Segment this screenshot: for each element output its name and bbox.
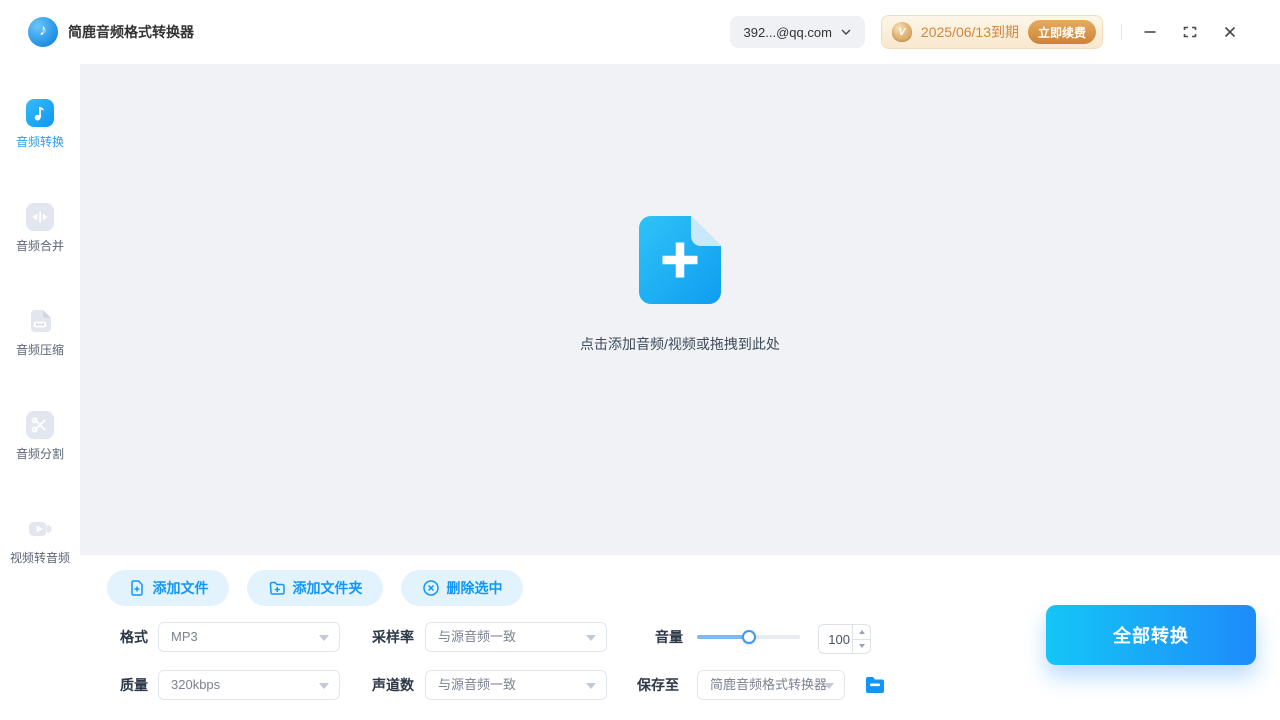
open-folder-button[interactable] [864,673,888,697]
delete-circle-icon [422,579,440,597]
delete-selected-button[interactable]: 删除选中 [401,570,523,606]
sidebar-item-label: 视频转音频 [0,549,80,566]
app-logo-icon: ♪ [28,17,58,47]
volume-spinner [852,625,870,653]
close-icon [1222,24,1238,40]
caret-down-icon [319,635,329,641]
add-folder-icon [268,579,286,597]
minimize-button[interactable] [1130,12,1170,52]
dropzone[interactable]: 点击添加音频/视频或拖拽到此处 [80,64,1280,555]
delete-selected-label: 删除选中 [447,578,503,598]
quality-label: 质量 [120,670,148,700]
quality-dropdown[interactable]: 320kbps [158,670,340,700]
add-file-icon [128,579,146,597]
sidebar-item-label: 音频压缩 [0,341,80,358]
close-button[interactable] [1210,12,1250,52]
caret-down-icon [319,683,329,689]
volume-number-input [818,624,871,654]
convert-all-button[interactable]: 全部转换 [1046,605,1256,665]
sidebar-item-audio-split[interactable]: 音频分割 [0,411,80,462]
sample-rate-label: 采样率 [372,622,414,652]
music-note-icon [26,99,54,127]
caret-down-icon [586,683,596,689]
add-file-big-icon [639,216,721,304]
compress-file-icon [26,307,54,335]
volume-label: 音量 [655,622,683,652]
sidebar-item-audio-compress[interactable]: 音频压缩 [0,307,80,358]
sidebar-item-label: 音频转换 [0,133,80,150]
caret-down-icon [586,635,596,641]
volume-input-field[interactable] [819,625,852,653]
add-file-label: 添加文件 [153,578,209,598]
caret-up-icon [859,630,865,634]
format-label: 格式 [120,622,148,652]
sidebar-item-audio-convert[interactable]: 音频转换 [0,99,80,150]
channels-value: 与源音频一致 [426,671,606,699]
account-dropdown[interactable]: 392...@qq.com [730,16,865,48]
save-to-dropdown[interactable]: 简鹿音频格式转换器 [697,670,845,700]
sample-rate-dropdown[interactable]: 与源音频一致 [425,622,607,652]
sidebar-item-video-to-audio[interactable]: 视频转音频 [0,515,80,566]
app-title: 简鹿音频格式转换器 [68,22,194,42]
bottom-panel: 添加文件 添加文件夹 删除选中 格式 MP3 采样率 与源音频一致 音量 [80,555,1280,720]
volume-decrement-button[interactable] [853,640,870,654]
merge-arrows-icon [26,203,54,231]
license-expiry-text: 2025/06/13到期 [921,22,1019,42]
titlebar-divider [1121,24,1122,40]
folder-open-icon [864,673,888,697]
sidebar-item-audio-merge[interactable]: 音频合并 [0,203,80,254]
caret-down-icon [824,683,834,689]
volume-slider[interactable] [697,622,800,652]
quality-value: 320kbps [159,671,339,699]
video-camera-icon [26,515,54,543]
add-folder-label: 添加文件夹 [293,578,363,598]
add-folder-button[interactable]: 添加文件夹 [247,570,383,606]
save-to-label: 保存至 [637,670,679,700]
volume-slider-fill [697,635,749,639]
vip-badge-icon: V [892,22,912,42]
sidebar-item-label: 音频分割 [0,445,80,462]
titlebar: ♪ 简鹿音频格式转换器 392...@qq.com V 2025/06/13到期… [0,0,1280,64]
format-value: MP3 [159,623,339,651]
fullscreen-button[interactable] [1170,12,1210,52]
scissors-icon [26,411,54,439]
format-dropdown[interactable]: MP3 [158,622,340,652]
renew-button[interactable]: 立即续费 [1028,20,1096,44]
channels-dropdown[interactable]: 与源音频一致 [425,670,607,700]
fullscreen-icon [1182,24,1198,40]
channels-label: 声道数 [372,670,414,700]
minimize-icon [1142,24,1158,40]
dropzone-hint: 点击添加音频/视频或拖拽到此处 [580,334,780,354]
sample-rate-value: 与源音频一致 [426,623,606,651]
sidebar-item-label: 音频合并 [0,237,80,254]
sidebar: 音频转换 音频合并 音频压缩 [0,64,80,720]
caret-down-icon [859,644,865,648]
chevron-down-icon [841,29,851,35]
account-email: 392...@qq.com [744,25,832,40]
save-to-value: 简鹿音频格式转换器 [698,671,844,699]
add-file-button[interactable]: 添加文件 [107,570,229,606]
volume-slider-handle[interactable] [742,630,756,644]
license-banner: V 2025/06/13到期 立即续费 [881,15,1103,49]
volume-increment-button[interactable] [853,625,870,640]
